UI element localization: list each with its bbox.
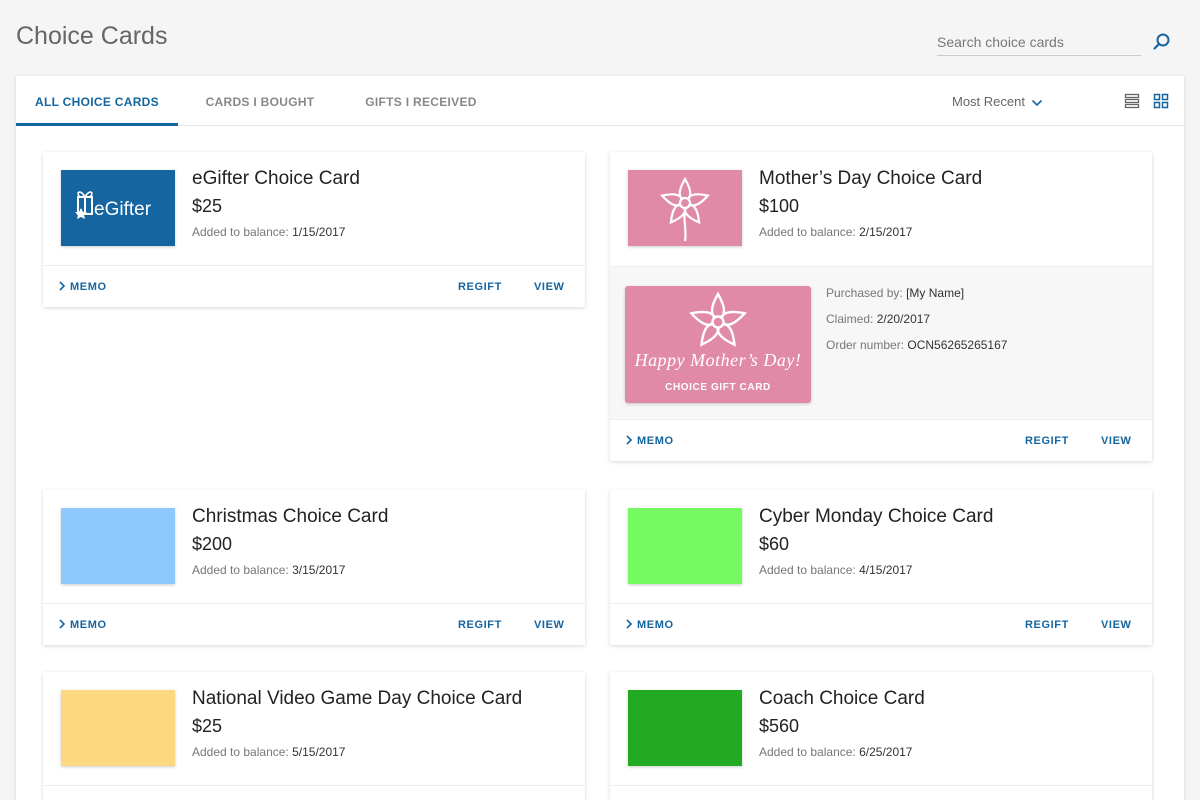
- card-thumbnail: [628, 508, 742, 584]
- view-button[interactable]: VIEW: [534, 604, 565, 646]
- choice-card: eGifter eGifter Choice Card $25 Added to…: [43, 152, 585, 307]
- card-name: Mother’s Day Choice Card: [759, 168, 983, 189]
- gift-card-artwork: Happy Mother’s Day! CHOICE GIFT CARD: [625, 286, 811, 403]
- card-amount: $60: [759, 534, 790, 554]
- view-button[interactable]: VIEW: [534, 266, 565, 308]
- tab-bar: ALL CHOICE CARDS CARDS I BOUGHT GIFTS I …: [16, 76, 1184, 126]
- order-number: Order number: OCN56265265167: [826, 338, 1008, 352]
- choice-card-expanded: Mother’s Day Choice Card $100 Added to b…: [610, 152, 1152, 461]
- choice-card: Coach Choice Card $560 Added to balance:…: [610, 672, 1152, 800]
- card-details-panel: Happy Mother’s Day! CHOICE GIFT CARD Pur…: [610, 266, 1152, 420]
- egifter-logo: eGifter: [75, 191, 152, 220]
- card-added-date: Added to balance: 4/15/2017: [759, 563, 913, 577]
- grid-view-icon: [1153, 93, 1169, 109]
- choice-card: Christmas Choice Card $200 Added to bala…: [43, 490, 585, 645]
- tab-cards-i-bought[interactable]: CARDS I BOUGHT: [186, 76, 334, 126]
- card-name: Christmas Choice Card: [192, 506, 389, 527]
- card-added-date: Added to balance: 2/15/2017: [759, 225, 913, 239]
- card-amount: $200: [192, 534, 233, 554]
- card-added-date: Added to balance: 5/15/2017: [192, 745, 346, 759]
- choice-card: Cyber Monday Choice Card $60 Added to ba…: [610, 490, 1152, 645]
- card-amount: $25: [192, 196, 223, 216]
- sort-selected-label: Most Recent: [952, 94, 1025, 109]
- card-amount: $560: [759, 716, 800, 736]
- grid-view-button[interactable]: [1153, 93, 1169, 109]
- search-input[interactable]: [937, 30, 1141, 54]
- chevron-right-icon: [626, 435, 633, 445]
- search-button[interactable]: [1152, 32, 1172, 52]
- chevron-down-icon: [1031, 99, 1043, 106]
- claimed-date: Claimed: 2/20/2017: [826, 312, 931, 326]
- cards-panel: ALL CHOICE CARDS CARDS I BOUGHT GIFTS I …: [16, 76, 1184, 800]
- card-actions: MEMO REGIFT VIEW: [43, 265, 585, 307]
- card-thumbnail: [628, 170, 742, 246]
- memo-button[interactable]: MEMO: [59, 604, 107, 646]
- card-name: Coach Choice Card: [759, 688, 925, 709]
- regift-button[interactable]: REGIFT: [458, 266, 502, 308]
- card-actions: MEMO REGIFT VIEW: [610, 603, 1152, 645]
- memo-button[interactable]: MEMO: [626, 604, 674, 646]
- card-name: Cyber Monday Choice Card: [759, 506, 994, 527]
- card-added-date: Added to balance: 6/25/2017: [759, 745, 913, 759]
- memo-button[interactable]: MEMO: [626, 420, 674, 462]
- regift-button[interactable]: REGIFT: [458, 604, 502, 646]
- card-actions: [610, 785, 1152, 800]
- card-name: National Video Game Day Choice Card: [192, 688, 523, 709]
- card-actions: MEMO REGIFT VIEW: [43, 603, 585, 645]
- card-amount: $100: [759, 196, 800, 216]
- tab-gifts-i-received[interactable]: GIFTS I RECEIVED: [346, 76, 496, 126]
- card-added-date: Added to balance: 3/15/2017: [192, 563, 346, 577]
- chevron-right-icon: [626, 619, 633, 629]
- tab-all-choice-cards[interactable]: ALL CHOICE CARDS: [16, 76, 178, 126]
- chevron-right-icon: [59, 281, 66, 291]
- card-name: eGifter Choice Card: [192, 168, 360, 189]
- search-icon: [1153, 33, 1170, 50]
- sort-dropdown[interactable]: Most Recent: [952, 76, 1043, 126]
- artwork-greeting: Happy Mother’s Day!: [634, 350, 802, 370]
- view-button[interactable]: VIEW: [1101, 420, 1132, 462]
- purchased-by: Purchased by: [My Name]: [826, 286, 965, 300]
- artwork-subtitle: CHOICE GIFT CARD: [665, 382, 771, 393]
- egifter-logo-text: eGifter: [94, 199, 152, 220]
- card-actions: MEMO REGIFT VIEW: [610, 419, 1152, 461]
- card-added-date: Added to balance: 1/15/2017: [192, 225, 346, 239]
- search-box[interactable]: [937, 30, 1141, 56]
- card-amount: $25: [192, 716, 223, 736]
- card-actions: [43, 785, 585, 800]
- card-thumbnail: [61, 508, 175, 584]
- page-title: Choice Cards: [16, 22, 168, 50]
- card-thumbnail: [61, 690, 175, 766]
- view-button[interactable]: VIEW: [1101, 604, 1132, 646]
- regift-button[interactable]: REGIFT: [1025, 604, 1069, 646]
- regift-button[interactable]: REGIFT: [1025, 420, 1069, 462]
- chevron-right-icon: [59, 619, 66, 629]
- card-thumbnail: [628, 690, 742, 766]
- flower-icon: [660, 176, 710, 242]
- card-thumbnail: eGifter: [61, 170, 175, 246]
- choice-card: National Video Game Day Choice Card $25 …: [43, 672, 585, 800]
- memo-button[interactable]: MEMO: [59, 266, 107, 308]
- list-view-icon: [1124, 93, 1140, 109]
- list-view-button[interactable]: [1124, 93, 1140, 109]
